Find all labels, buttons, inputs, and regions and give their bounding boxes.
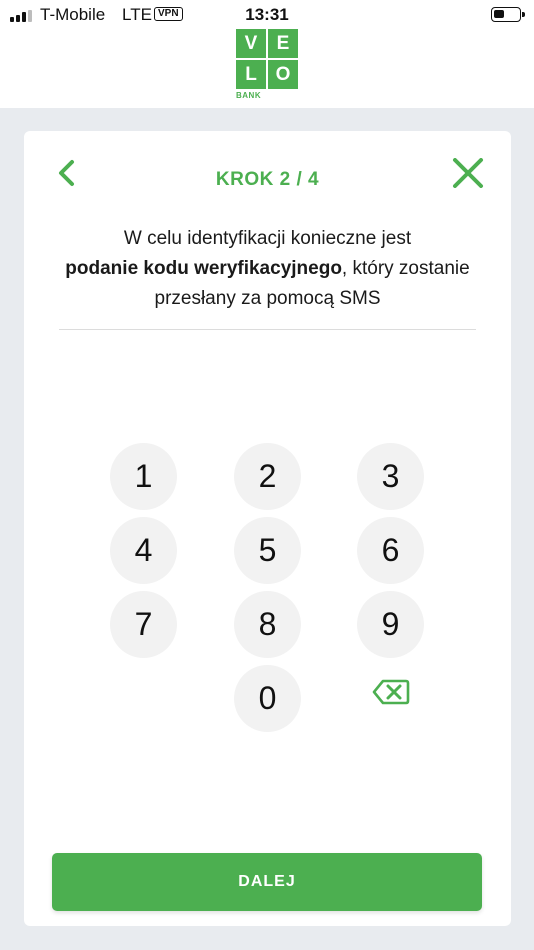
verification-code-input[interactable]	[59, 329, 476, 330]
backspace-icon	[372, 679, 410, 705]
instruction-text-part1: W celu identyfikacji konieczne jest	[123, 228, 412, 249]
logo-letter: E	[268, 29, 298, 58]
status-bar: T-Mobile LTE VPN 13:31	[0, 0, 534, 30]
instruction-text: W celu identyfikacji konieczne jest podan…	[54, 224, 481, 314]
keypad-key-7[interactable]: 7	[110, 591, 177, 658]
close-icon	[453, 158, 483, 188]
logo-letter: O	[268, 60, 298, 89]
delete-button[interactable]	[371, 677, 411, 707]
verification-card: KROK 2 / 4 W celu identyfikacji konieczn…	[24, 131, 511, 926]
logo-letter: L	[236, 60, 266, 89]
logo-letter: V	[236, 29, 266, 58]
instruction-text-bold: podanie kodu weryfikacyjnego	[65, 258, 342, 279]
top-header: T-Mobile LTE VPN 13:31 V E L O BANK	[0, 0, 534, 108]
keypad-key-0[interactable]: 0	[234, 665, 301, 732]
keypad-key-8[interactable]: 8	[234, 591, 301, 658]
keypad-key-9[interactable]: 9	[357, 591, 424, 658]
close-button[interactable]	[452, 158, 484, 188]
keypad-key-5[interactable]: 5	[234, 517, 301, 584]
keypad-key-3[interactable]: 3	[357, 443, 424, 510]
velo-bank-logo: V E L O BANK	[236, 29, 298, 101]
next-button[interactable]: DALEJ	[52, 853, 482, 911]
status-time: 13:31	[245, 5, 289, 24]
keypad-key-4[interactable]: 4	[110, 517, 177, 584]
step-indicator: KROK 2 / 4	[215, 169, 320, 190]
screen: T-Mobile LTE VPN 13:31 V E L O BANK KROK…	[0, 0, 534, 950]
battery-level	[494, 10, 504, 18]
logo-subtitle: BANK	[236, 91, 262, 100]
keypad-key-6[interactable]: 6	[357, 517, 424, 584]
keypad-key-2[interactable]: 2	[234, 443, 301, 510]
battery-icon	[491, 7, 525, 22]
keypad-key-1[interactable]: 1	[110, 443, 177, 510]
